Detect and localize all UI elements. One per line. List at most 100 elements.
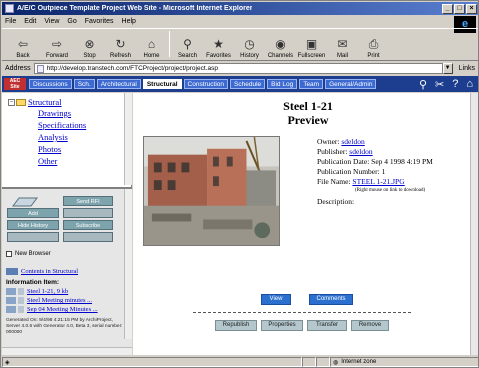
print-button[interactable]: ⎙ Print <box>358 29 389 60</box>
help-icon[interactable]: ? <box>452 78 458 91</box>
subscribe-button[interactable]: Subscribe <box>63 220 113 230</box>
checkbox-box[interactable] <box>6 251 12 257</box>
panel-vertical-scrollbar[interactable] <box>124 189 132 339</box>
home-label: Home <box>143 53 160 59</box>
view-button[interactable]: View <box>261 294 291 305</box>
item-link[interactable]: Steel Meeting minutes ... <box>27 297 92 304</box>
new-browser-checkbox[interactable]: New Browser <box>6 251 51 257</box>
publisher-link[interactable]: sdeldon <box>349 147 372 156</box>
menu-help[interactable]: Help <box>122 18 136 25</box>
address-input[interactable]: http://develop.transtech.com/FTCProject/… <box>33 63 443 74</box>
document-file-icon <box>18 306 24 313</box>
address-label: Address <box>5 65 31 72</box>
pub-number-label: Publication Number: <box>317 167 380 176</box>
refresh-icon: ↻ <box>115 37 126 51</box>
add-button[interactable]: Add <box>7 208 59 218</box>
close-button[interactable]: × <box>466 3 477 14</box>
binoculars-icon[interactable]: ⚲ <box>419 78 427 91</box>
fullscreen-button[interactable]: ▣ Fullscreen <box>296 29 327 60</box>
file-name-link[interactable]: STEEL 1-21.JPG <box>352 177 404 186</box>
home-nav-icon[interactable]: ⌂ <box>466 78 473 91</box>
menu-view[interactable]: View <box>44 18 59 25</box>
forward-button[interactable]: ⇨ Forward <box>40 29 74 60</box>
properties-button[interactable]: Properties <box>261 320 303 331</box>
minimize-button[interactable]: _ <box>442 3 453 14</box>
nav-tab-architectural[interactable]: Architectural <box>96 79 141 89</box>
tree-item-drawings[interactable]: Drawings <box>38 107 132 119</box>
list-item[interactable]: Steel 1-21, 9 kb <box>6 288 124 295</box>
back-button[interactable]: ⇦ Back <box>6 29 40 60</box>
nav-tab-structural[interactable]: Structural <box>142 79 182 89</box>
item-link[interactable]: Steel 1-21, 9 kb <box>27 288 68 295</box>
menu-bar: File Edit View Go Favorites Help <box>2 16 478 27</box>
item-icon <box>6 306 16 313</box>
comments-button[interactable]: Comments <box>309 294 353 305</box>
home-icon: ⌂ <box>147 37 156 51</box>
refresh-label: Refresh <box>109 53 131 59</box>
search-button[interactable]: ⚲ Search <box>172 29 203 60</box>
nav-tab-construction[interactable]: Construction <box>183 79 229 89</box>
tree-item-specifications[interactable]: Specifications <box>38 119 132 131</box>
search-icon: ⚲ <box>183 37 192 51</box>
pub-date-value: Sep 4 1998 4:19 PM <box>371 157 433 166</box>
stop-label: Stop <box>83 53 96 59</box>
menu-go[interactable]: Go <box>67 18 76 25</box>
tree-item-other[interactable]: Other <box>38 155 132 167</box>
channels-button[interactable]: ◉ Channels <box>265 29 296 60</box>
mail-button[interactable]: ✉ Mail <box>327 29 358 60</box>
refresh-button[interactable]: ↻ Refresh <box>105 29 136 60</box>
republish-button[interactable]: Republish <box>215 320 257 331</box>
maximize-button[interactable]: □ <box>454 3 465 14</box>
list-item[interactable]: Steel Meeting minutes ... <box>6 297 124 304</box>
contents-link[interactable]: Contents in Structural <box>21 268 78 275</box>
stop-button[interactable]: ⊗ Stop <box>74 29 105 60</box>
title-line-2: Preview <box>287 113 329 127</box>
item-link[interactable]: Sep 04 Meeting Minutes ... <box>27 306 98 313</box>
tools-icon[interactable]: ✂ <box>435 78 444 91</box>
fullscreen-icon: ▣ <box>305 37 318 51</box>
remove-button[interactable]: Remove <box>351 320 389 331</box>
tree-item-analysis[interactable]: Analysis <box>38 131 132 143</box>
nav-tab-sch[interactable]: Sch. <box>73 79 95 89</box>
security-zone: ◍ Internet zone <box>330 357 478 367</box>
owner-link[interactable]: sdeldon <box>341 137 364 146</box>
back-arrow-icon: ⇦ <box>17 37 29 51</box>
address-dropdown-button[interactable]: ▼ <box>442 63 453 74</box>
panel-horizontal-scrollbar[interactable] <box>2 347 132 355</box>
pub-date-label: Publication Date: <box>317 157 370 166</box>
menu-file[interactable]: File <box>5 18 16 25</box>
history-button[interactable]: ◷ History <box>234 29 265 60</box>
address-bar: Address http://develop.transtech.com/FTC… <box>2 62 478 75</box>
nav-tab-bid-log[interactable]: Bid Log <box>267 79 298 89</box>
send-rfi-button[interactable]: Send RFI <box>63 196 113 206</box>
panel-spacer-button <box>63 232 113 242</box>
owner-label: Owner: <box>317 137 340 146</box>
history-icon: ◷ <box>244 37 255 51</box>
tree-root-structural[interactable]: Structural <box>28 97 62 107</box>
favorites-button[interactable]: ★ Favorites <box>203 29 234 60</box>
links-button[interactable]: Links <box>459 65 475 72</box>
status-bar: ◈ ◍ Internet zone <box>2 356 478 367</box>
menu-edit[interactable]: Edit <box>24 18 36 25</box>
item-icon <box>6 288 16 295</box>
channels-icon: ◉ <box>275 37 286 51</box>
collapse-toggle[interactable]: – <box>8 98 15 106</box>
folder-tree: – Structural Drawings Specifications Ana… <box>2 93 132 185</box>
home-button[interactable]: ⌂ Home <box>136 29 167 60</box>
nav-tab-general-admin[interactable]: General/Admin <box>325 79 377 89</box>
print-icon: ⎙ <box>368 36 379 51</box>
nav-tab-team[interactable]: Team <box>299 79 324 89</box>
fullscreen-label: Fullscreen <box>297 53 326 59</box>
hide-history-button[interactable]: Hide History <box>7 220 59 230</box>
nav-tab-schedule[interactable]: Schedule <box>230 79 266 89</box>
tree-item-photos[interactable]: Photos <box>38 143 132 155</box>
page-done-icon: ◈ <box>5 359 10 366</box>
nav-tab-discussions[interactable]: Discussions <box>29 79 72 89</box>
transfer-button[interactable]: Transfer <box>307 320 347 331</box>
page-icon <box>36 64 44 73</box>
content-scrollbar[interactable] <box>470 93 478 355</box>
menu-favorites[interactable]: Favorites <box>85 18 114 25</box>
tree-scrollbar[interactable] <box>124 93 132 185</box>
list-item[interactable]: Sep 04 Meeting Minutes ... <box>6 306 124 313</box>
panel-button-disabled <box>63 208 113 218</box>
